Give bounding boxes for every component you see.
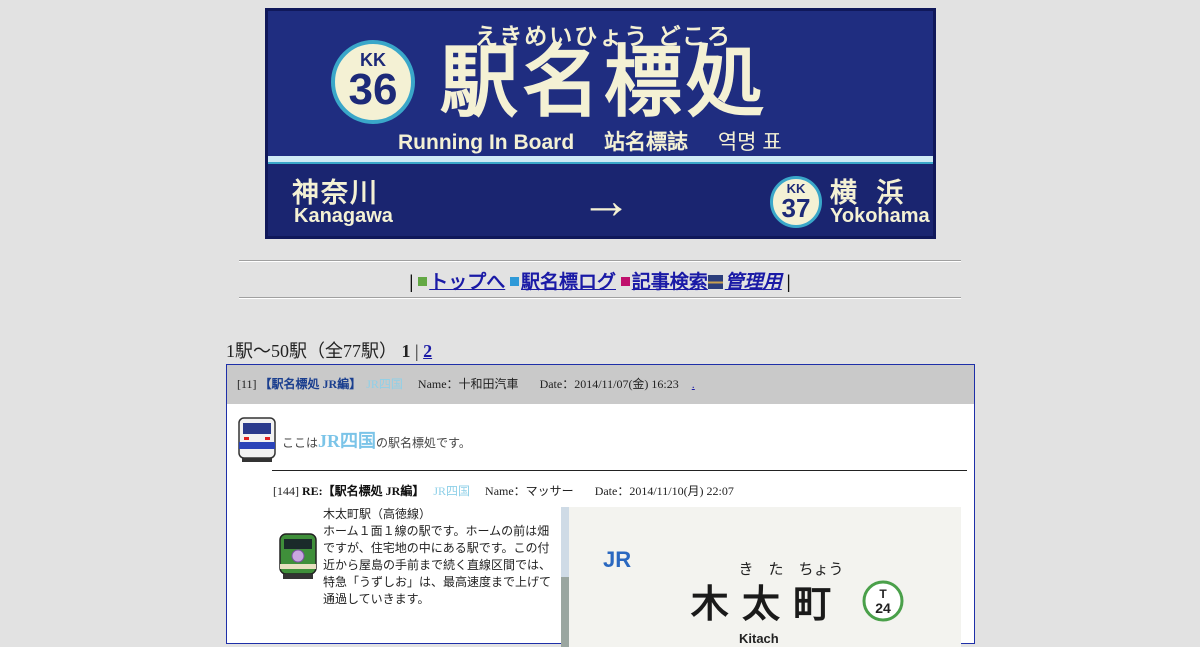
subtitle-zh: 站名標誌 (604, 131, 688, 154)
post-title: 【駅名標処 JR編】 (259, 377, 362, 391)
post-name: Name：十和田汽車 (417, 377, 519, 391)
reply-body-title: 木太町駅（高徳線） (323, 507, 432, 521)
train-avatar-icon (238, 417, 276, 462)
nav-separator: | (409, 272, 414, 293)
post-category: JR四国 (366, 377, 403, 391)
nav-top-link[interactable]: トップへ (429, 272, 505, 293)
site-banner[interactable]: えきめいひょう どころ KK 36 駅名標処 Running In Board … (265, 8, 936, 239)
reply-header: [144] RE:【駅名標処 JR編】 JR四国 Name：マッサー Date：… (273, 482, 734, 499)
post-date: Date：2014/11/07(金) 16:23 (539, 377, 679, 391)
green-square-icon (418, 277, 428, 286)
post-lead: ここはJR四国の駅名標処です。 (282, 427, 471, 453)
nav-search-link[interactable]: 記事検索 (632, 272, 708, 293)
reply-body: 木太町駅（高徳線） ホーム１面１線の駅です。ホームの前は畑ですが、住宅地の中にあ… (323, 506, 555, 608)
sign-name: 木 太 町 (691, 582, 831, 626)
banner-title: 駅名標処 (440, 38, 769, 126)
nav-admin-link[interactable]: 管理用 (725, 272, 782, 293)
badge-number: 36 (348, 65, 398, 114)
nav-separator-end: | (786, 272, 791, 293)
post-number: [11] (237, 377, 257, 391)
nav-divider-top (239, 260, 961, 262)
admin-icon (707, 275, 723, 289)
subtitle-en: Running In Board (398, 131, 575, 154)
main-nav: | トップへ 駅名標ログ 記事検索 管理用 | (239, 267, 961, 294)
post-link[interactable]: . (692, 377, 695, 391)
blue-square-icon (509, 277, 519, 286)
lead-post: の駅名標処です。 (376, 436, 471, 450)
reply-number: [144] (273, 484, 299, 498)
reply-date: Date：2014/11/10(月) 22:07 (594, 484, 734, 498)
prev-station-en: Kanagawa (294, 205, 393, 227)
station-sign-photo: JR き た ちょう 木 太 町 T 24 Kitach (561, 507, 961, 647)
pager-page-2-link[interactable]: 2 (423, 341, 432, 361)
green-train-avatar-icon (279, 533, 317, 579)
next-station-number-badge: KK 37 (770, 176, 822, 228)
reply-divider (272, 470, 967, 471)
nav-log-link[interactable]: 駅名標ログ (521, 272, 616, 293)
pager-sep: | (415, 341, 419, 361)
reply-title: RE:【駅名標処 JR編】 (302, 484, 425, 498)
magenta-square-icon (620, 277, 630, 286)
next-station-en: Yokohama (830, 205, 930, 227)
sign-number: 24 (875, 600, 891, 616)
pager-summary: 1駅～50駅（全77駅） (226, 341, 397, 361)
lead-highlight: JR四国 (318, 431, 377, 451)
station-number-badge: KK 36 (331, 40, 415, 124)
nav-divider-bottom (239, 297, 961, 299)
lead-pre: ここは (282, 436, 319, 450)
next-badge-number: 37 (781, 193, 811, 223)
sign-kana: き た ちょう (738, 560, 843, 578)
sign-romaji: Kitach (739, 631, 779, 646)
sign-line-code: T (879, 587, 887, 601)
banner-subtitle: Running In Board 站名標誌 역명 표 (398, 126, 806, 156)
post: [11] 【駅名標処 JR編】 JR四国 Name：十和田汽車 Date：201… (226, 364, 975, 647)
subtitle-ko: 역명 표 (717, 131, 782, 154)
arrow-right-icon: → (580, 172, 632, 230)
reply-name: Name：マッサー (485, 484, 574, 498)
pager-current: 1 (401, 341, 411, 361)
pager: 1駅～50駅（全77駅） 1 | 2 (226, 337, 432, 363)
reply-category: JR四国 (433, 484, 471, 498)
station-sign-graphic: JR き た ちょう 木 太 町 T 24 Kitach (561, 507, 961, 647)
sign-logo: JR (603, 547, 631, 572)
reply-body-text: ホーム１面１線の駅です。ホームの前は畑ですが、住宅地の中にある駅です。この付近か… (323, 524, 552, 606)
post-header: [11] 【駅名標処 JR編】 JR四国 Name：十和田汽車 Date：201… (227, 365, 974, 404)
